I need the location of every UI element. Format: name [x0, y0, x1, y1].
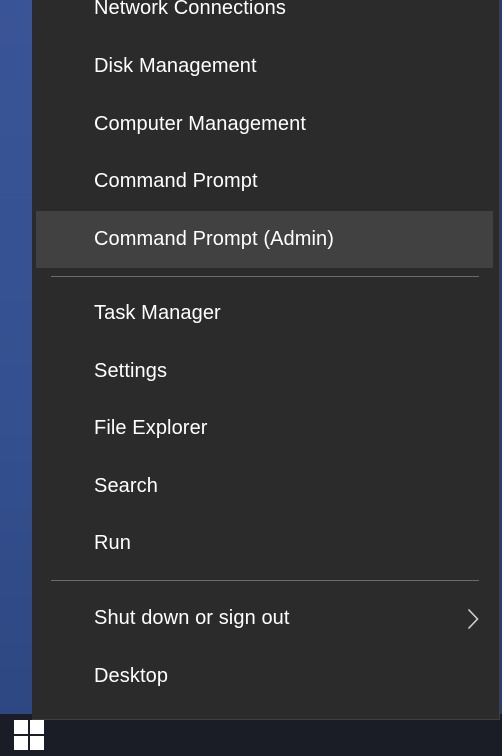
menu-item-command-prompt[interactable]: Command Prompt	[36, 153, 493, 210]
start-button[interactable]	[0, 714, 58, 756]
menu-item-task-manager[interactable]: Task Manager	[36, 285, 493, 342]
menu-item-label: Disk Management	[94, 55, 257, 77]
taskbar	[0, 714, 502, 756]
menu-item-file-explorer[interactable]: File Explorer	[36, 400, 493, 457]
menu-item-label: Shut down or sign out	[94, 607, 290, 629]
chevron-right-icon	[467, 608, 479, 629]
menu-item-label: Desktop	[94, 665, 169, 687]
windows-logo-icon	[14, 720, 44, 750]
menu-separator	[51, 276, 479, 277]
menu-item-label: Command Prompt	[94, 170, 258, 192]
menu-item-label: Task Manager	[94, 302, 221, 324]
menu-item-network-connections[interactable]: Network Connections	[36, 0, 493, 37]
desktop-background	[0, 0, 32, 756]
menu-separator	[51, 580, 479, 581]
menu-item-run[interactable]: Run	[36, 515, 493, 572]
menu-item-shut-down-or-sign-out[interactable]: Shut down or sign out	[36, 590, 493, 647]
menu-item-settings[interactable]: Settings	[36, 343, 493, 400]
quick-link-menu: Network Connections Disk Management Comp…	[32, 0, 500, 720]
menu-item-label: Run	[94, 532, 131, 554]
menu-item-command-prompt-admin[interactable]: Command Prompt (Admin)	[36, 211, 493, 268]
menu-item-disk-management[interactable]: Disk Management	[36, 38, 493, 95]
menu-item-desktop[interactable]: Desktop	[36, 648, 493, 705]
menu-item-computer-management[interactable]: Computer Management	[36, 96, 493, 153]
menu-item-label: Computer Management	[94, 113, 307, 135]
menu-item-search[interactable]: Search	[36, 458, 493, 515]
menu-item-label: Settings	[94, 360, 168, 382]
menu-item-label: File Explorer	[94, 417, 208, 439]
menu-item-label: Command Prompt (Admin)	[94, 228, 335, 250]
menu-item-label: Network Connections	[94, 0, 286, 19]
menu-item-label: Search	[94, 475, 158, 497]
